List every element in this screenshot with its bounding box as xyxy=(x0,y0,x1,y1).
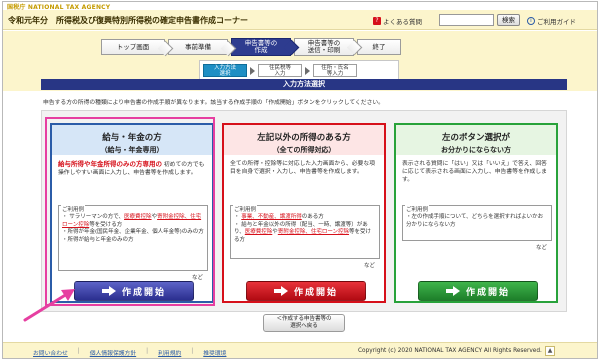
back-to-selection-button[interactable]: ＜作成する申告書等の 選択へ戻る xyxy=(263,314,345,332)
step-create-line2: 作成 xyxy=(254,46,268,54)
footer-link-privacy[interactable]: 個人情報保護方針 xyxy=(90,348,136,357)
card-unsure: 左のボタン選択が お分かりにならない方 表示される質問に「はい」又は「いいえ」で… xyxy=(394,123,558,303)
example-text: のある方 xyxy=(301,214,324,220)
faq-label: よくある質問 xyxy=(383,18,422,26)
footer-links: お問い合わせ | 個人情報保護方針 | 利用規約 | 推奨環境 xyxy=(33,348,226,357)
card-description: 全ての所得・控除等に対応した入力画面から、必要な項目を自身で選択・入力し、申告書… xyxy=(230,160,380,176)
arrow-right-icon xyxy=(445,286,460,296)
step-create: 申告書等の 作成 xyxy=(231,38,291,56)
list-item: 事業、不動産、譲渡所得のある方 xyxy=(234,214,376,222)
back-button-line1: ＜作成する申告書等の xyxy=(276,316,332,322)
search-input[interactable] xyxy=(439,14,494,26)
card-title-sub: （全ての所得対応） xyxy=(272,146,336,154)
footer-link-terms[interactable]: 利用規約 xyxy=(158,348,181,357)
page-frame: 国税庁 NATIONAL TAX AGENCY 令和元年分 所得税及び復興特別所… xyxy=(2,1,598,359)
list-item: 給与と年金以外の所得（配当、一時、譲渡等）があり、医療費控除や寄附金控除、住宅ロ… xyxy=(234,222,376,245)
example-box: ご利用例 事業、不動産、譲渡所得のある方 給与と年金以外の所得（配当、一時、譲渡… xyxy=(230,205,380,259)
substep-resident-tax: 住民税等 入力 xyxy=(258,64,302,77)
arrow-right-icon xyxy=(273,286,288,296)
substep-3-line2: 等入力 xyxy=(326,71,344,77)
search-button[interactable]: 検索 xyxy=(497,14,520,26)
substep-2-line2: 入力 xyxy=(274,71,286,77)
step-top: トップ画面 xyxy=(101,39,165,55)
pointer-arrow-icon xyxy=(23,289,75,322)
start-button-label: 作成開始 xyxy=(293,287,338,298)
card-title: 左のボタン選択が お分かりにならない方 xyxy=(396,125,556,155)
donation-loan-deduction-link[interactable]: 寄附金控除、住宅ローン控除 xyxy=(278,229,349,235)
example-label: ご利用例 xyxy=(405,205,430,213)
card-desc-text: 表示される質問に「はい」又は「いいえ」で答え、回答に応じて表示される画面に入力し… xyxy=(402,161,547,183)
guide-label: ご利用ガイド xyxy=(537,18,576,26)
card-description: 表示される質問に「はい」又は「いいえ」で答え、回答に応じて表示される画面に入力し… xyxy=(402,160,552,184)
footer-link-contact[interactable]: お問い合わせ xyxy=(33,348,68,357)
step-send-line2: 送信・印刷 xyxy=(307,46,341,54)
etc-text: など xyxy=(364,263,376,269)
instruction-text: 申告する方の所得の種類により申告書の作成手順が異なります。該当する作成手順の「作… xyxy=(43,100,384,106)
example-text: 左の作成手順について、どちらを選択すればよいかお分かりにならない方 xyxy=(406,214,544,228)
substep-arrow-icon xyxy=(250,67,255,75)
etc-text: など xyxy=(536,245,548,251)
list-item: 左の作成手順について、どちらを選択すればよいかお分かりにならない方 xyxy=(406,214,548,229)
start-button-other[interactable]: 作成開始 xyxy=(246,281,366,301)
card-other-income: 左記以外の所得のある方 （全ての所得対応） 全ての所得・控除等に対応した入力画面… xyxy=(222,123,386,303)
card-title-main: 左のボタン選択が xyxy=(441,133,510,143)
card-title: 左記以外の所得のある方 （全ての所得対応） xyxy=(224,125,384,155)
question-icon: ? xyxy=(373,17,381,25)
example-box: ご利用例 左の作成手順について、どちらを選択すればよいかお分かりにならない方 xyxy=(402,205,552,241)
example-label: ご利用例 xyxy=(233,205,258,213)
copyright-text: Copyright (c) 2020 NATIONAL TAX AGENCY A… xyxy=(358,348,542,354)
page-top-icon[interactable]: ▲ xyxy=(545,346,555,356)
step-preparation: 事前準備 xyxy=(168,39,228,55)
footer-separator: | xyxy=(146,348,149,354)
start-button-unsure[interactable]: 作成開始 xyxy=(418,281,538,301)
back-button-line2: 選択へ戻る xyxy=(290,323,318,329)
highlight-frame xyxy=(45,117,215,306)
substep-address: 住所・氏名 等入力 xyxy=(313,64,357,77)
title-bar: 令和元年分 所得税及び復興特別所得税の確定申告書作成コーナー ? よくある質問 … xyxy=(3,10,597,30)
footer-separator: | xyxy=(77,348,80,354)
faq-link[interactable]: ? よくある質問 xyxy=(373,16,422,26)
step-send-print: 申告書等の 送信・印刷 xyxy=(294,38,354,56)
card-desc-text: 全ての所得・控除等に対応した入力画面から、必要な項目を自身で選択・入力し、申告書… xyxy=(230,161,375,175)
business-income-link[interactable]: 事業、不動産、譲渡所得 xyxy=(241,214,302,220)
card-title-sub: お分かりにならない方 xyxy=(441,146,511,154)
substep-1-line2: 選択 xyxy=(219,71,231,77)
card-title-main: 左記以外の所得のある方 xyxy=(257,133,351,143)
step-end: 終了 xyxy=(357,39,401,55)
substep-arrow-icon xyxy=(305,67,310,75)
footer: お問い合わせ | 個人情報保護方針 | 利用規約 | 推奨環境 Copyrigh… xyxy=(3,342,597,358)
footer-separator: | xyxy=(191,348,194,354)
start-button-label: 作成開始 xyxy=(465,287,510,298)
medical-deduction-link[interactable]: 医療費控除 xyxy=(245,229,273,235)
page-title: 令和元年分 所得税及び復興特別所得税の確定申告書作成コーナー xyxy=(8,16,248,25)
substep-input-method: 入力方法 選択 xyxy=(203,64,247,77)
info-icon: i xyxy=(527,17,535,25)
footer-link-environment[interactable]: 推奨環境 xyxy=(203,348,226,357)
guide-link[interactable]: i ご利用ガイド xyxy=(527,16,576,26)
section-title: 入力方法選択 xyxy=(41,79,567,90)
substeps: 入力方法 選択 住民税等 入力 住所・氏名 等入力 xyxy=(199,60,399,80)
agency-bar: 国税庁 NATIONAL TAX AGENCY xyxy=(3,2,597,11)
